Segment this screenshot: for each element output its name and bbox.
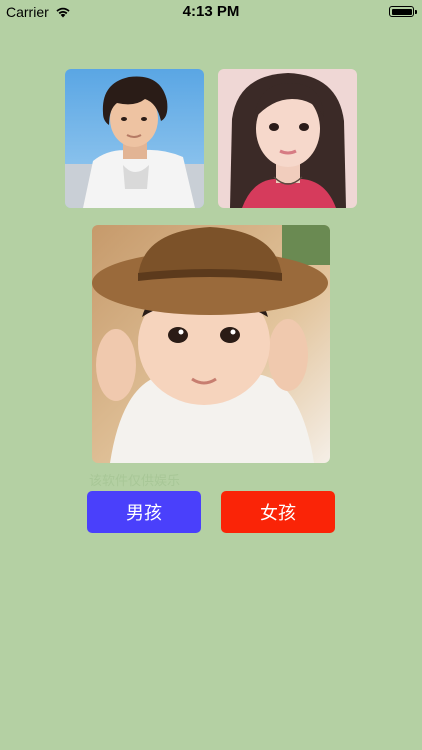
clock: 4:13 PM (182, 3, 240, 20)
status-bar: Carrier 4:13 PM (0, 0, 422, 24)
boy-button[interactable]: 男孩 (87, 491, 201, 533)
girl-button[interactable]: 女孩 (221, 491, 335, 533)
father-photo-image (65, 69, 204, 208)
mother-photo-image (218, 69, 357, 208)
baby-photo-image (92, 225, 330, 463)
mother-photo[interactable] (218, 69, 357, 208)
disclaimer-text: 该软件仅供娱乐 (89, 474, 181, 489)
father-photo[interactable] (65, 69, 204, 208)
baby-photo[interactable] (92, 225, 330, 463)
battery-icon (389, 6, 417, 17)
